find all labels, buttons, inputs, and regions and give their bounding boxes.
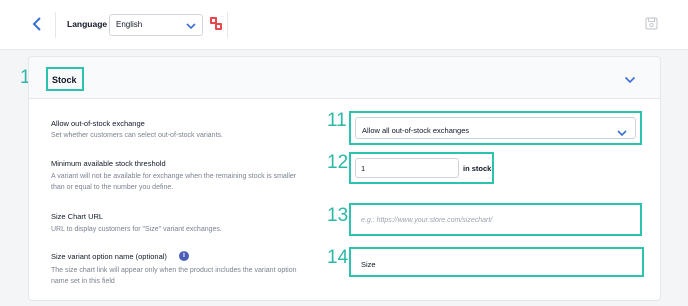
- top-bar: Language English: [0, 0, 688, 50]
- language-select-value: English: [116, 20, 143, 29]
- size-chart-url-input[interactable]: e.g.: https://www.your.store.com/sizecha…: [355, 209, 636, 230]
- step-number: 11: [327, 110, 347, 131]
- size-option-help-line1: The size chart link will appear only whe…: [51, 267, 297, 274]
- chevron-down-icon[interactable]: [624, 72, 636, 90]
- size-option-input[interactable]: Size: [355, 253, 638, 271]
- out-of-stock-select-highlight: Allow all out-of-stock exchanges: [349, 111, 642, 145]
- divider: [227, 12, 228, 38]
- step-number: 14: [327, 247, 349, 268]
- stock-unit-label: in stock: [463, 164, 492, 173]
- stock-threshold-value: 1: [361, 164, 366, 173]
- size-option-help-line2: name set in this field: [51, 278, 115, 285]
- chevron-down-icon: [617, 125, 627, 143]
- step-number: 13: [327, 205, 349, 226]
- size-option-label: Size variant option name (optional): [51, 252, 167, 261]
- section-title: Stock: [46, 67, 84, 91]
- size-chart-url-placeholder: e.g.: https://www.your.store.com/sizecha…: [361, 217, 493, 224]
- size-chart-url-highlight: e.g.: https://www.your.store.com/sizecha…: [349, 203, 642, 236]
- step-number: 12: [327, 152, 349, 173]
- out-of-stock-select[interactable]: Allow all out-of-stock exchanges: [355, 117, 636, 139]
- stock-threshold-input[interactable]: 1: [355, 158, 459, 178]
- language-select[interactable]: English: [109, 14, 203, 36]
- language-label: Language: [67, 19, 108, 29]
- info-icon[interactable]: i: [179, 251, 189, 261]
- stock-threshold-highlight: 1 in stock: [349, 152, 494, 184]
- stock-threshold-help-line1: A variant will not be available for exch…: [51, 173, 297, 180]
- size-chart-url-help: URL to display customers for "Size" vari…: [51, 226, 222, 233]
- size-option-value: Size: [361, 260, 376, 269]
- size-option-highlight: Size: [349, 247, 644, 277]
- out-of-stock-help: Set whether customers can select out-of-…: [51, 132, 223, 139]
- out-of-stock-select-value: Allow all out-of-stock exchanges: [362, 126, 470, 135]
- chevron-down-icon: [186, 19, 196, 37]
- divider: [55, 12, 56, 38]
- stock-threshold-help-line2: than or equal to the number you define.: [51, 184, 174, 191]
- panel-header[interactable]: Stock: [29, 57, 660, 99]
- out-of-stock-label: Allow out-of-stock exchange: [51, 119, 145, 128]
- size-chart-url-label: Size Chart URL: [51, 212, 104, 221]
- translate-icon[interactable]: [210, 17, 222, 31]
- save-icon[interactable]: [645, 17, 658, 30]
- back-arrow-icon[interactable]: [27, 14, 47, 36]
- stock-threshold-label: Minimum available stock threshold: [51, 159, 166, 168]
